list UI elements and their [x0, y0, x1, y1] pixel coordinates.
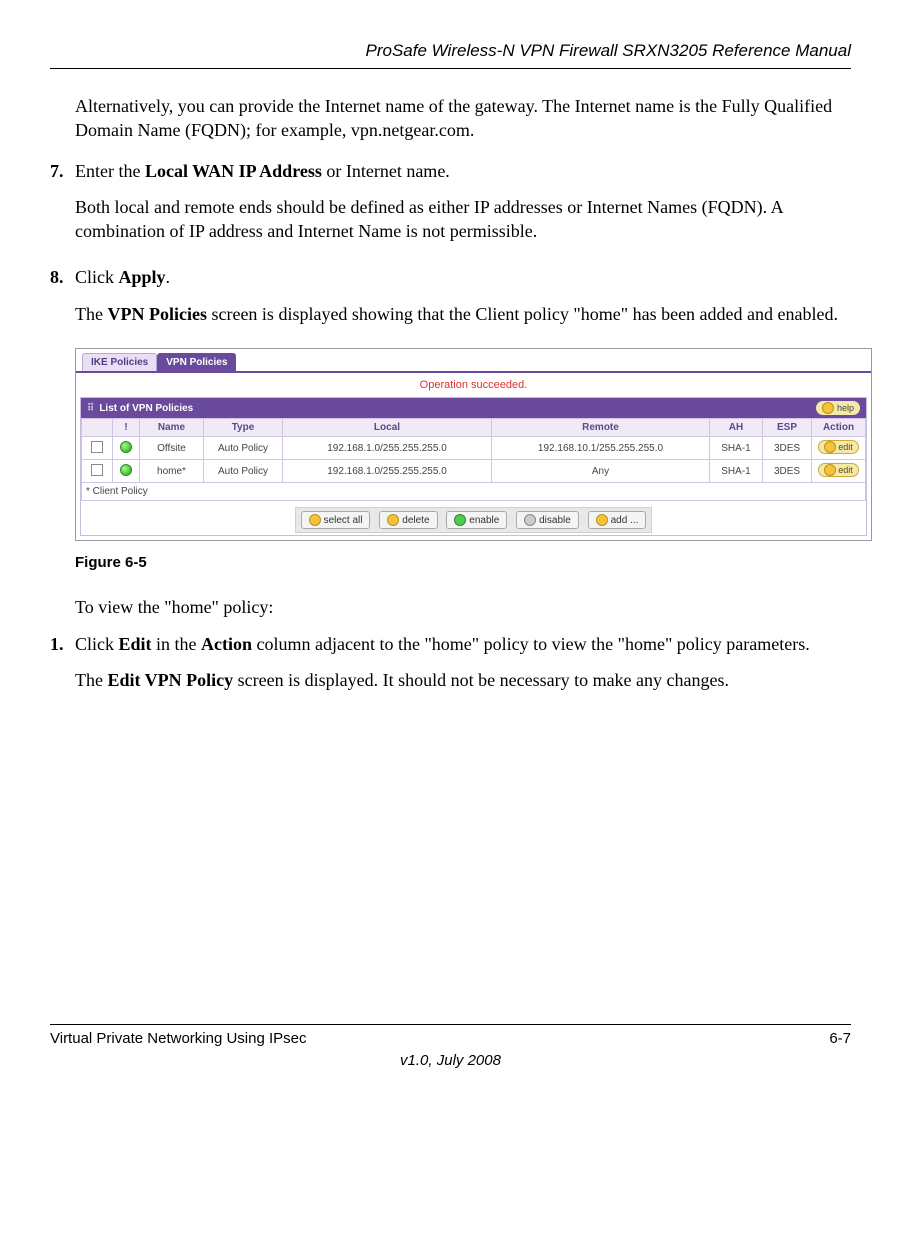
help-icon [822, 402, 834, 414]
col-esp: ESP [763, 419, 812, 437]
label: enable [469, 515, 499, 526]
col-name: Name [140, 419, 204, 437]
text: Click [75, 267, 119, 287]
button-bar: select all delete enable disable add ... [81, 501, 866, 535]
intro-paragraph: Alternatively, you can provide the Inter… [75, 94, 851, 143]
bold-text: Apply [119, 267, 166, 287]
grip-icon: ⠿ [87, 403, 95, 414]
cell-local: 192.168.1.0/255.255.255.0 [283, 460, 492, 483]
text: in the [152, 634, 202, 654]
cell-type: Auto Policy [204, 437, 283, 460]
col-type: Type [204, 419, 283, 437]
vpn-policies-panel: ⠿ List of VPN Policies help ! Name Type L… [80, 397, 867, 536]
panel-title: List of VPN Policies [99, 403, 193, 414]
status-message: Operation succeeded. [76, 373, 871, 397]
footer-page-number: 6-7 [829, 1029, 851, 1049]
step-number: 1. [50, 632, 75, 705]
disable-icon [524, 514, 536, 526]
tabs-row: IKE PoliciesVPN Policies [76, 349, 871, 373]
text: Enter the [75, 161, 145, 181]
enable-icon [454, 514, 466, 526]
cell-type: Auto Policy [204, 460, 283, 483]
footer-section: Virtual Private Networking Using IPsec [50, 1029, 307, 1049]
cell-remote: Any [491, 460, 709, 483]
col-ah: AH [710, 419, 763, 437]
cell-ah: SHA-1 [710, 437, 763, 460]
cell-remote: 192.168.10.1/255.255.255.0 [491, 437, 709, 460]
text: column adjacent to the "home" policy to … [252, 634, 810, 654]
text: The [75, 304, 107, 324]
label: disable [539, 515, 571, 526]
step-8: 8. Click Apply. The VPN Policies screen … [75, 265, 851, 338]
status-enabled-icon [120, 441, 132, 453]
tab-ike-policies[interactable]: IKE Policies [82, 353, 157, 371]
cell-name: home* [140, 460, 204, 483]
footer-version: v1.0, July 2008 [50, 1051, 851, 1071]
table-row: Offsite Auto Policy 192.168.1.0/255.255.… [82, 437, 866, 460]
client-policy-note: * Client Policy [82, 483, 866, 501]
text: The [75, 670, 107, 690]
step-number: 7. [50, 159, 75, 256]
page-header: ProSafe Wireless-N VPN Firewall SRXN3205… [50, 40, 851, 69]
delete-icon [387, 514, 399, 526]
help-label: help [837, 403, 854, 413]
table-footnote: * Client Policy [82, 483, 866, 501]
col-local: Local [283, 419, 492, 437]
table-row: home* Auto Policy 192.168.1.0/255.255.25… [82, 460, 866, 483]
vpn-policies-screenshot: IKE PoliciesVPN Policies Operation succe… [75, 348, 872, 541]
bold-text: Edit VPN Policy [107, 670, 233, 690]
edit-icon [824, 464, 836, 476]
cell-esp: 3DES [763, 460, 812, 483]
tab-vpn-policies[interactable]: VPN Policies [157, 353, 236, 371]
label: add ... [611, 515, 639, 526]
bold-text: Action [201, 634, 252, 654]
label: select all [324, 515, 363, 526]
text: Both local and remote ends should be def… [75, 195, 851, 244]
text: screen is displayed showing that the Cli… [207, 304, 838, 324]
text: or Internet name. [322, 161, 450, 181]
row-checkbox[interactable] [91, 441, 103, 453]
label: delete [402, 515, 429, 526]
edit-label: edit [838, 465, 853, 475]
figure-caption: Figure 6-5 [75, 553, 851, 573]
figure-6-5: IKE PoliciesVPN Policies Operation succe… [75, 348, 851, 573]
step-7: 7. Enter the Local WAN IP Address or Int… [75, 159, 851, 256]
step-1-view: 1. Click Edit in the Action column adjac… [75, 632, 851, 705]
cell-name: Offsite [140, 437, 204, 460]
enable-button[interactable]: enable [446, 511, 507, 529]
col-status: ! [113, 419, 140, 437]
select-all-icon [309, 514, 321, 526]
cell-ah: SHA-1 [710, 460, 763, 483]
edit-label: edit [838, 442, 853, 452]
edit-button[interactable]: edit [818, 463, 859, 477]
panel-header: ⠿ List of VPN Policies help [81, 398, 866, 418]
col-action: Action [812, 419, 866, 437]
select-all-button[interactable]: select all [301, 511, 371, 529]
bold-text: Edit [119, 634, 152, 654]
page-footer: Virtual Private Networking Using IPsec 6… [50, 1024, 851, 1072]
cell-local: 192.168.1.0/255.255.255.0 [283, 437, 492, 460]
add-button[interactable]: add ... [588, 511, 647, 529]
help-link[interactable]: help [816, 401, 860, 415]
delete-button[interactable]: delete [379, 511, 437, 529]
bold-text: VPN Policies [107, 304, 206, 324]
step-number: 8. [50, 265, 75, 338]
edit-icon [824, 441, 836, 453]
cell-esp: 3DES [763, 437, 812, 460]
edit-button[interactable]: edit [818, 440, 859, 454]
text: screen is displayed. It should not be ne… [233, 670, 729, 690]
text: Click [75, 634, 119, 654]
after-figure-text: To view the "home" policy: [75, 595, 851, 619]
col-remote: Remote [491, 419, 709, 437]
bold-text: Local WAN IP Address [145, 161, 322, 181]
text: . [166, 267, 171, 287]
row-checkbox[interactable] [91, 464, 103, 476]
status-enabled-icon [120, 464, 132, 476]
add-icon [596, 514, 608, 526]
policies-table: ! Name Type Local Remote AH ESP Action O… [81, 418, 866, 501]
table-header-row: ! Name Type Local Remote AH ESP Action [82, 419, 866, 437]
disable-button[interactable]: disable [516, 511, 579, 529]
